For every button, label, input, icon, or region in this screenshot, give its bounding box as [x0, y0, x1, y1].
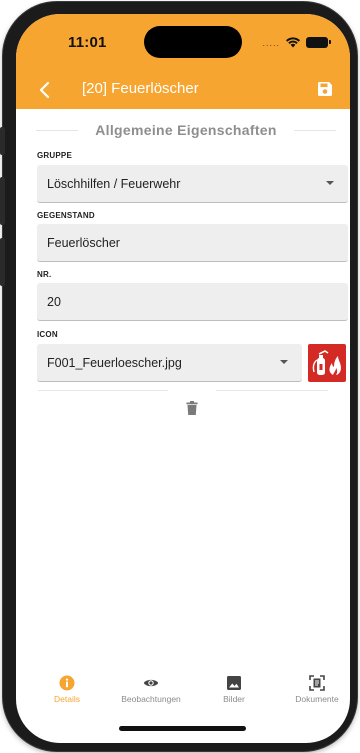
page-title: [20] Feuerlöscher: [82, 80, 199, 97]
delete-button[interactable]: [186, 401, 198, 415]
nr-value: 20: [47, 295, 61, 309]
dropdown-caret-icon: [280, 360, 288, 364]
nav-item-details[interactable]: Details: [25, 675, 109, 704]
nav-item-dokumente[interactable]: Dokumente: [275, 675, 350, 704]
image-icon: [227, 676, 241, 690]
status-time: 11:01: [68, 34, 107, 51]
eye-icon: [143, 679, 159, 687]
gegenstand-label: GEGENSTAND: [37, 211, 95, 220]
bottom-navigation: Details Beobachtungen Bilder Dokumente: [16, 675, 350, 719]
signal-dots: .....: [262, 38, 280, 48]
volume-down-button: [0, 238, 5, 286]
dropdown-caret-icon: [326, 181, 334, 185]
app-bar: [20] Feuerlöscher: [16, 72, 350, 108]
gruppe-select[interactable]: Löschhilfen / Feuerwehr: [37, 165, 348, 203]
gegenstand-value: Feuerlöscher: [47, 236, 120, 250]
status-icons: .....: [262, 36, 331, 48]
nav-label-beobachtungen: Beobachtungen: [121, 694, 181, 704]
dynamic-island: [144, 26, 242, 58]
section-title: Allgemeine Eigenschaften: [95, 122, 277, 138]
gruppe-value: Löschhilfen / Feuerwehr: [47, 177, 181, 191]
icon-label: ICON: [37, 330, 58, 339]
volume-up-button: [0, 177, 5, 225]
save-icon: [318, 82, 332, 96]
info-icon: [59, 675, 75, 691]
fire-extinguisher-graphic: [312, 350, 341, 375]
icon-value: F001_Feuerloescher.jpg: [47, 356, 182, 370]
trash-icon: [186, 401, 198, 415]
document-scan-icon: [309, 675, 325, 691]
header: 11:01 ..... [20] Feuerlöscher: [16, 14, 350, 109]
nav-label-dokumente: Dokumente: [295, 694, 339, 704]
battery-icon: [306, 36, 331, 48]
divider-left: [38, 390, 168, 391]
nav-item-bilder[interactable]: Bilder: [192, 675, 276, 704]
gegenstand-input[interactable]: Feuerlöscher: [37, 224, 348, 262]
section-divider-right: [294, 130, 336, 131]
nr-label: NR.: [37, 270, 52, 279]
wifi-icon: [286, 37, 300, 48]
nav-item-beobachtungen[interactable]: Beobachtungen: [109, 675, 193, 704]
divider-right: [216, 390, 328, 391]
nr-input[interactable]: 20: [37, 283, 348, 321]
back-button[interactable]: [38, 77, 62, 103]
section-header: Allgemeine Eigenschaften: [36, 120, 336, 140]
nav-label-details: Details: [54, 694, 80, 704]
fire-extinguisher-icon: [308, 344, 346, 382]
icon-select[interactable]: F001_Feuerloescher.jpg: [37, 344, 302, 382]
home-indicator: [119, 726, 246, 731]
phone-frame: 11:01 ..... [20] Feuerlöscher Allgemeine…: [0, 2, 357, 751]
screen: 11:01 ..... [20] Feuerlöscher Allgemeine…: [16, 14, 350, 743]
nav-label-bilder: Bilder: [223, 694, 245, 704]
chevron-left-icon: [39, 81, 50, 99]
save-button[interactable]: [317, 81, 333, 97]
gruppe-label: GRUPPE: [37, 151, 72, 160]
mute-switch: [0, 127, 5, 155]
